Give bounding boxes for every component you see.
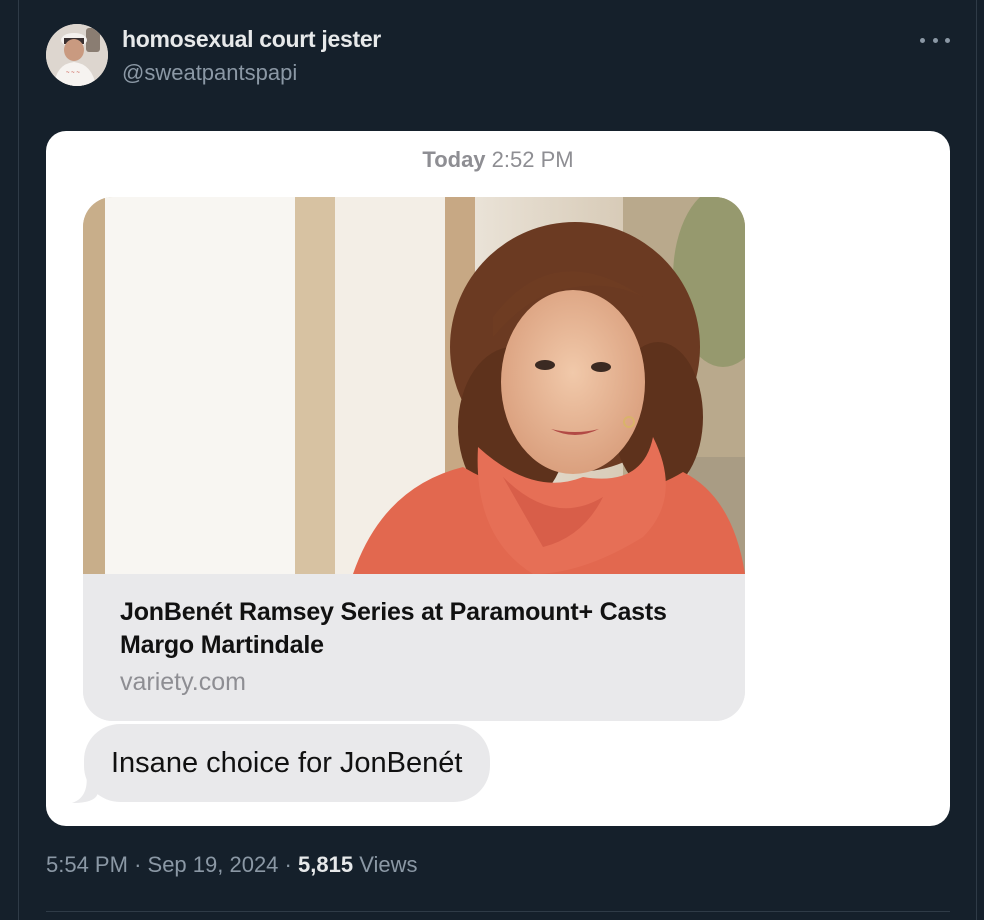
link-preview[interactable]: JonBenét Ramsey Series at Paramount+ Cas… (83, 197, 745, 721)
meta-separator: · (134, 852, 142, 877)
avatar[interactable]: ~ ~ ~ (46, 24, 108, 86)
user-handle[interactable]: @sweatpantspapi (122, 60, 297, 86)
preview-domain: variety.com (120, 668, 246, 696)
more-options-icon[interactable] (920, 30, 950, 50)
column-border-right (976, 0, 977, 920)
column-border-left (18, 0, 19, 920)
message-timestamp: Today 2:52 PM (46, 147, 950, 173)
views-label: Views (359, 852, 418, 877)
message-text: Insane choice for JonBenét (111, 746, 463, 779)
tweet-metadata: 5:54 PM · Sep 19, 2024 · 5,815 Views (46, 852, 417, 878)
timestamp-day: Today (422, 147, 486, 172)
tweet-date[interactable]: Sep 19, 2024 (148, 852, 279, 877)
message-bubble: Insane choice for JonBenét (84, 724, 491, 802)
meta-separator: · (284, 852, 292, 877)
divider (46, 911, 950, 912)
timestamp-time: 2:52 PM (491, 147, 574, 172)
tweet-media-screenshot[interactable]: Today 2:52 PM JonBenét Ramsey Series at … (46, 131, 950, 826)
svg-text:~ ~ ~: ~ ~ ~ (66, 70, 80, 76)
tweet-time[interactable]: 5:54 PM (46, 852, 128, 877)
display-name[interactable]: homosexual court jester (122, 26, 381, 53)
preview-photo (83, 197, 745, 574)
preview-title: JonBenét Ramsey Series at Paramount+ Cas… (120, 598, 667, 659)
views-count: 5,815 (298, 852, 354, 877)
preview-info: JonBenét Ramsey Series at Paramount+ Cas… (83, 574, 745, 721)
